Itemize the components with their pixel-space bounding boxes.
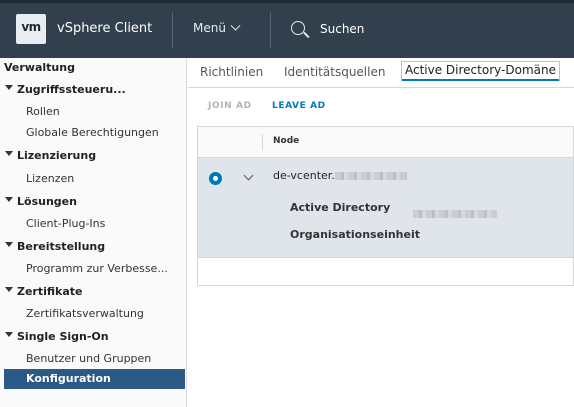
detail-label-organisationseinheit: Organisationseinheit bbox=[290, 228, 420, 241]
sidebar-group-label: Bereitstellung bbox=[17, 240, 106, 253]
search-label: Suchen bbox=[320, 22, 365, 36]
caret-down-icon bbox=[5, 242, 13, 247]
sidebar-group-bereitstellung[interactable]: Bereitstellung bbox=[5, 240, 106, 253]
caret-down-icon bbox=[5, 287, 13, 292]
sidebar-title: Verwaltung bbox=[4, 61, 75, 74]
node-name-text: de-vcenter. bbox=[273, 169, 335, 182]
menu-label: Menü bbox=[193, 21, 226, 35]
sidebar-group-lizenzierung[interactable]: Lizenzierung bbox=[5, 149, 97, 162]
sidebar-group-label: Lösungen bbox=[17, 195, 77, 208]
header-divider bbox=[270, 12, 271, 48]
sidebar-group-zertifikate[interactable]: Zertifikate bbox=[5, 285, 83, 298]
sidebar-group-label: Zertifikate bbox=[17, 285, 83, 298]
chevron-down-icon bbox=[230, 20, 241, 31]
tab-identitaetsquellen[interactable]: Identitätsquellen bbox=[284, 65, 385, 79]
chevron-down-icon[interactable] bbox=[243, 170, 254, 181]
caret-down-icon bbox=[5, 332, 13, 337]
sidebar-item-rollen[interactable]: Rollen bbox=[26, 105, 60, 118]
sidebar-item-client-plug-ins[interactable]: Client-Plug-Ins bbox=[26, 217, 105, 230]
sidebar-item-lizenzen[interactable]: Lizenzen bbox=[26, 172, 74, 185]
grid-header: Node bbox=[198, 127, 573, 158]
detail-label-active-directory: Active Directory bbox=[290, 201, 391, 214]
row-radio-selected[interactable] bbox=[209, 172, 222, 185]
redacted-domain bbox=[413, 203, 497, 222]
column-divider bbox=[262, 134, 263, 151]
app-title: vSphere Client bbox=[57, 21, 153, 36]
header-divider bbox=[172, 12, 173, 48]
leave-ad-button[interactable]: LEAVE AD bbox=[272, 101, 326, 111]
top-header: vm vSphere Client Menü Suchen bbox=[0, 0, 574, 58]
sidebar: Verwaltung Zugriffssteueru... Rollen Glo… bbox=[0, 58, 187, 407]
tab-divider bbox=[188, 87, 574, 88]
caret-down-icon bbox=[5, 151, 13, 156]
vmware-logo: vm bbox=[16, 14, 46, 44]
tab-bar: Richtlinien Identitätsquellen Active Dir… bbox=[188, 58, 574, 88]
column-header-node[interactable]: Node bbox=[273, 136, 299, 146]
tab-richtlinien[interactable]: Richtlinien bbox=[200, 65, 263, 79]
sidebar-item-benutzer-und-gruppen[interactable]: Benutzer und Gruppen bbox=[26, 352, 151, 365]
logo-text: vm bbox=[21, 20, 41, 34]
sidebar-item-zertifikatsverwaltung[interactable]: Zertifikatsverwaltung bbox=[26, 307, 144, 320]
tab-active-directory-domaene[interactable]: Active Directory-Domäne bbox=[401, 61, 560, 81]
empty-row bbox=[198, 258, 573, 259]
search-icon bbox=[291, 21, 305, 35]
caret-down-icon bbox=[5, 197, 13, 202]
sidebar-group-label: Zugriffssteueru... bbox=[17, 83, 126, 96]
sidebar-group-zugriffssteuerung[interactable]: Zugriffssteueru... bbox=[5, 83, 126, 96]
node-grid: Node de-vcenter. Active Directory Organi… bbox=[197, 126, 574, 286]
sidebar-group-loesungen[interactable]: Lösungen bbox=[5, 195, 77, 208]
join-ad-button[interactable]: JOIN AD bbox=[208, 101, 252, 111]
menu-button[interactable]: Menü bbox=[193, 20, 241, 35]
sidebar-item-programm[interactable]: Programm zur Verbesse... bbox=[26, 262, 168, 275]
table-row[interactable]: de-vcenter. Active Directory Organisatio… bbox=[198, 158, 573, 258]
sidebar-group-single-sign-on[interactable]: Single Sign-On bbox=[5, 330, 109, 343]
node-name: de-vcenter. bbox=[273, 169, 407, 182]
sidebar-item-globale-berechtigungen[interactable]: Globale Berechtigungen bbox=[26, 126, 159, 139]
sidebar-item-konfiguration[interactable]: Konfiguration bbox=[4, 369, 185, 389]
caret-down-icon bbox=[5, 85, 13, 90]
redacted-hostname bbox=[334, 172, 407, 180]
sidebar-group-label: Single Sign-On bbox=[17, 330, 109, 343]
sidebar-group-label: Lizenzierung bbox=[17, 149, 97, 162]
